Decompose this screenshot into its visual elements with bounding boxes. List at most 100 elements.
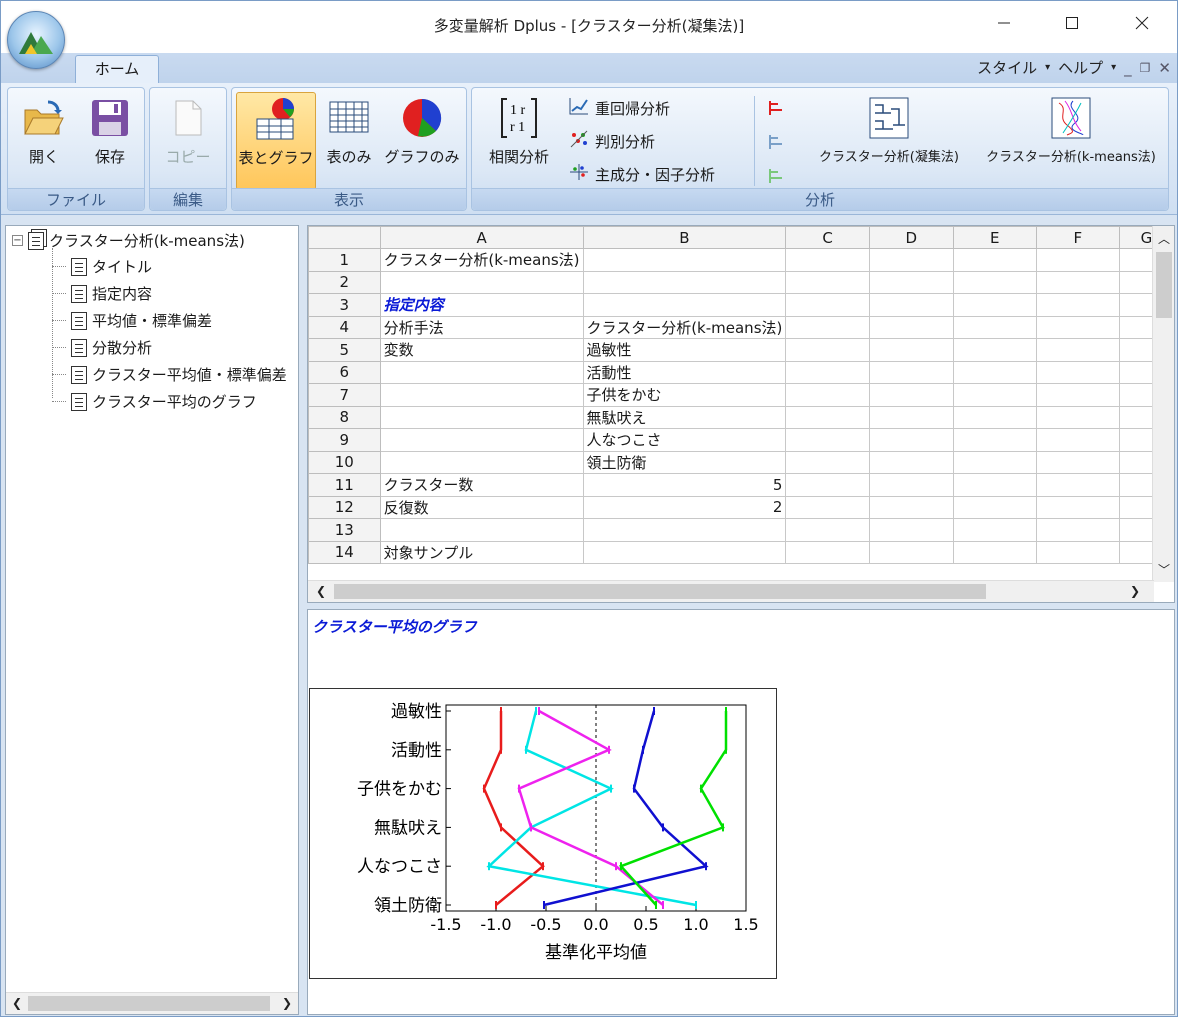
- cell[interactable]: 人なつこさ: [582, 428, 787, 452]
- mini-tool-3-icon[interactable]: [766, 166, 786, 190]
- cell[interactable]: [952, 293, 1037, 317]
- cell[interactable]: [952, 270, 1037, 294]
- row-header[interactable]: 9: [308, 428, 381, 452]
- row-header[interactable]: 2: [308, 270, 381, 294]
- cell[interactable]: [1035, 405, 1120, 429]
- cell[interactable]: [379, 450, 584, 474]
- cluster-agglomerative-button[interactable]: クラスター分析(凝集法): [808, 94, 970, 176]
- chevron-down-icon[interactable]: ▾: [1111, 62, 1116, 73]
- mdi-minimize-icon[interactable]: _: [1124, 59, 1132, 77]
- style-menu[interactable]: スタイル: [977, 57, 1037, 78]
- scroll-thumb[interactable]: [28, 996, 270, 1011]
- cell[interactable]: [952, 450, 1037, 474]
- cell[interactable]: [952, 540, 1037, 564]
- discriminant-button[interactable]: 判別分析: [568, 129, 655, 153]
- tree-item[interactable]: クラスター平均のグラフ: [52, 391, 257, 412]
- scroll-left-arrow-icon[interactable]: ❮: [12, 996, 22, 1010]
- maximize-button[interactable]: [1049, 1, 1095, 45]
- corner-cell[interactable]: [308, 226, 381, 249]
- mdi-restore-icon[interactable]: ❐: [1140, 61, 1151, 75]
- cell[interactable]: [1035, 518, 1120, 542]
- cell[interactable]: [868, 518, 954, 542]
- cell[interactable]: [785, 270, 870, 294]
- cell[interactable]: [379, 405, 584, 429]
- cell[interactable]: [785, 315, 870, 339]
- cell[interactable]: [582, 270, 787, 294]
- chevron-down-icon[interactable]: ▾: [1045, 62, 1050, 73]
- cell[interactable]: [379, 360, 584, 384]
- table-and-graph-button[interactable]: 表とグラフ: [236, 92, 316, 190]
- column-header[interactable]: F: [1035, 226, 1120, 249]
- row-header[interactable]: 4: [308, 315, 381, 339]
- cell[interactable]: 反復数: [379, 495, 584, 519]
- cell[interactable]: 変数: [379, 338, 584, 362]
- cell[interactable]: [868, 293, 954, 317]
- cell[interactable]: [1035, 495, 1120, 519]
- cell[interactable]: [1035, 473, 1120, 497]
- row-header[interactable]: 10: [308, 450, 381, 474]
- correlation-button[interactable]: 1 rr 1 相関分析: [478, 94, 560, 176]
- copy-button[interactable]: コピー: [160, 94, 216, 176]
- cell[interactable]: 無駄吠え: [582, 405, 787, 429]
- cell[interactable]: [868, 428, 954, 452]
- cluster-kmeans-button[interactable]: クラスター分析(k-means法): [976, 94, 1166, 176]
- cell[interactable]: [785, 518, 870, 542]
- cell[interactable]: [1035, 248, 1120, 272]
- cell[interactable]: [785, 473, 870, 497]
- mini-tool-1-icon[interactable]: [766, 98, 786, 122]
- cell[interactable]: [952, 405, 1037, 429]
- cell[interactable]: [1035, 338, 1120, 362]
- cell[interactable]: [379, 428, 584, 452]
- cell[interactable]: [1035, 315, 1120, 339]
- column-header[interactable]: E: [952, 226, 1037, 249]
- column-header[interactable]: B: [582, 226, 787, 249]
- scroll-right-arrow-icon[interactable]: ❯: [282, 996, 292, 1010]
- row-header[interactable]: 7: [308, 383, 381, 407]
- cell[interactable]: [1035, 293, 1120, 317]
- cell[interactable]: [868, 495, 954, 519]
- cell[interactable]: [582, 293, 787, 317]
- cell[interactable]: [1035, 428, 1120, 452]
- scroll-right-arrow-icon[interactable]: ❯: [1130, 584, 1140, 598]
- graph-only-button[interactable]: グラフのみ: [382, 94, 462, 176]
- help-menu[interactable]: ヘルプ: [1058, 57, 1103, 78]
- cell[interactable]: [582, 540, 787, 564]
- cell[interactable]: [785, 428, 870, 452]
- cell[interactable]: [868, 450, 954, 474]
- cell[interactable]: [582, 248, 787, 272]
- row-header[interactable]: 8: [308, 405, 381, 429]
- spreadsheet[interactable]: ABCDEFG 1 クラスター分析(k-means法) 2 3 指定内容 4 分析手法 クラス…: [307, 225, 1175, 603]
- column-header[interactable]: A: [379, 226, 584, 249]
- horizontal-scrollbar[interactable]: ❮ ❯: [308, 580, 1154, 602]
- cell[interactable]: クラスター数: [379, 473, 584, 497]
- row-header[interactable]: 12: [308, 495, 381, 519]
- cell[interactable]: クラスター分析(k-means法): [379, 248, 584, 272]
- cell[interactable]: [868, 270, 954, 294]
- tree-item[interactable]: 分散分析: [52, 337, 152, 358]
- cell[interactable]: [1035, 540, 1120, 564]
- tab-home[interactable]: ホーム: [75, 55, 159, 84]
- tree-item[interactable]: タイトル: [52, 256, 152, 277]
- cell[interactable]: 対象サンプル: [379, 540, 584, 564]
- cell[interactable]: [785, 360, 870, 384]
- row-header[interactable]: 3: [308, 293, 381, 317]
- open-button[interactable]: 開く: [16, 94, 72, 176]
- cell[interactable]: [785, 450, 870, 474]
- pca-button[interactable]: 主成分・因子分析: [568, 162, 715, 186]
- app-menu-logo-icon[interactable]: [7, 11, 65, 69]
- cell[interactable]: [379, 383, 584, 407]
- cell[interactable]: [785, 495, 870, 519]
- cell[interactable]: [1035, 270, 1120, 294]
- collapse-toggle-icon[interactable]: −: [12, 235, 23, 246]
- cell[interactable]: [785, 540, 870, 564]
- cell[interactable]: 活動性: [582, 360, 787, 384]
- close-button[interactable]: [1119, 1, 1165, 45]
- tree-item[interactable]: クラスター平均値・標準偏差: [52, 364, 287, 385]
- table-only-button[interactable]: 表のみ: [320, 94, 378, 176]
- cell[interactable]: 過敏性: [582, 338, 787, 362]
- cell[interactable]: [952, 248, 1037, 272]
- column-header[interactable]: D: [868, 226, 954, 249]
- regression-button[interactable]: 重回帰分析: [568, 96, 670, 120]
- cell[interactable]: [379, 270, 584, 294]
- scroll-thumb[interactable]: [334, 584, 986, 599]
